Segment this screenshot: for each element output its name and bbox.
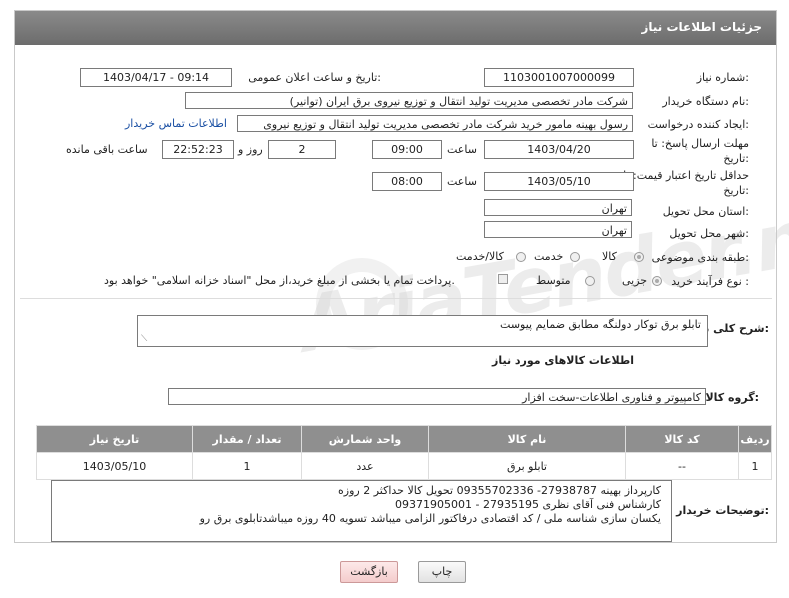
table-header-row: ردیف کد کالا نام کالا واحد شمارش تعداد /… xyxy=(36,425,772,453)
category-service-label: خدمت xyxy=(534,250,564,263)
process-minor-radio[interactable] xyxy=(652,276,662,286)
buyer-notes-box: کارپرداز بهینه 27938787- 09355702336 تحو… xyxy=(51,480,672,542)
goods-section-title: اطلاعات کالاهای مورد نیاز xyxy=(492,354,634,367)
col-date: تاریخ نیاز xyxy=(36,425,193,453)
need-number-label: شماره نیاز: xyxy=(696,71,749,84)
city-field: تهران xyxy=(484,221,632,238)
validity-time-label: ساعت xyxy=(447,175,477,188)
cell-name: تابلو برق xyxy=(428,452,626,480)
category-goods-label: کالا xyxy=(602,250,617,263)
col-unit: واحد شمارش xyxy=(301,425,429,453)
print-button[interactable]: چاپ xyxy=(418,561,466,583)
deadline-label: مهلت ارسال پاسخ: تا تاریخ: xyxy=(651,137,749,165)
treasury-checkbox[interactable] xyxy=(498,274,508,284)
category-both-label: کالا/خدمت xyxy=(456,250,504,263)
resize-grip-icon[interactable]: ⟋ xyxy=(141,334,147,344)
province-field: تهران xyxy=(484,199,632,216)
buyer-notes-line: یکسان سازی شناسه ملی / کد اقتصادی درفاکت… xyxy=(199,512,661,525)
process-medium-label: متوسط xyxy=(536,274,571,287)
deadline-time-label: ساعت xyxy=(447,143,477,156)
validity-label: حداقل تاریخ اعتبار قیمت: تا تاریخ: xyxy=(623,169,749,197)
announce-field: 1403/04/17 - 09:14 xyxy=(80,68,232,87)
back-button[interactable]: بازگشت xyxy=(340,561,398,583)
buyer-label: نام دستگاه خریدار: xyxy=(662,95,749,108)
creator-label: ایجاد کننده درخواست: xyxy=(647,118,749,131)
table-row: 1 -- تابلو برق عدد 1 1403/05/10 xyxy=(36,452,772,480)
deadline-time-field: 09:00 xyxy=(372,140,442,159)
col-code: کد کالا xyxy=(625,425,739,453)
days-label: روز و xyxy=(238,143,263,156)
goods-group-field: کامپیوتر و فناوری اطلاعات-سخت افزار xyxy=(168,388,706,405)
process-medium-radio[interactable] xyxy=(585,276,595,286)
buyer-contact-link[interactable]: اطلاعات تماس خریدار xyxy=(125,117,227,130)
process-minor-label: جزیی xyxy=(622,274,648,287)
category-both-radio[interactable] xyxy=(516,252,526,262)
category-label: طبقه بندی موضوعی: xyxy=(651,251,749,264)
buyer-field: شرکت مادر تخصصی مدیریت تولید انتقال و تو… xyxy=(185,92,633,109)
remaining-label: ساعت باقی مانده xyxy=(66,143,148,156)
panel-title: جزئیات اطلاعات نیاز xyxy=(641,20,762,34)
creator-field: رسول بهینه مامور خرید شرکت مادر تخصصی مد… xyxy=(237,115,633,132)
buyer-notes-line: کارشناس فنی آقای نظری 27935195 - 0937190… xyxy=(395,498,661,511)
validity-time-field: 08:00 xyxy=(372,172,442,191)
cell-qty: 1 xyxy=(192,452,302,480)
category-goods-radio[interactable] xyxy=(634,252,644,262)
cell-code: -- xyxy=(625,452,739,480)
panel-header: جزئیات اطلاعات نیاز xyxy=(15,11,776,45)
province-label: استان محل تحویل: xyxy=(662,205,749,218)
summary-text: تابلو برق توکار دولنگه مطابق ضمایم پیوست xyxy=(500,318,701,331)
goods-group-label: گروه کالا: xyxy=(705,391,759,404)
deadline-date-field: 1403/04/20 xyxy=(484,140,634,159)
announce-label: تاریخ و ساعت اعلان عمومی: xyxy=(248,71,381,84)
divider xyxy=(20,298,772,299)
cell-row: 1 xyxy=(738,452,772,480)
treasury-note: پرداخت تمام یا بخشی از مبلغ خرید،از محل … xyxy=(104,274,455,287)
col-qty: تعداد / مقدار xyxy=(192,425,302,453)
buyer-notes-label: توضیحات خریدار: xyxy=(676,504,769,517)
goods-table: ردیف کد کالا نام کالا واحد شمارش تعداد /… xyxy=(36,425,772,480)
process-label: نوع فرآیند خرید : xyxy=(671,275,749,288)
buyer-notes-line: کارپرداز بهینه 27938787- 09355702336 تحو… xyxy=(338,484,661,497)
cell-date: 1403/05/10 xyxy=(36,452,193,480)
remaining-time-field: 22:52:23 xyxy=(162,140,234,159)
summary-textarea[interactable]: تابلو برق توکار دولنگه مطابق ضمایم پیوست… xyxy=(137,315,708,347)
validity-date-field: 1403/05/10 xyxy=(484,172,634,191)
col-row: ردیف xyxy=(738,425,772,453)
city-label: شهر محل تحویل: xyxy=(669,227,749,240)
cell-unit: عدد xyxy=(301,452,429,480)
category-service-radio[interactable] xyxy=(570,252,580,262)
col-name: نام کالا xyxy=(428,425,626,453)
need-number-field: 1103001007000099 xyxy=(484,68,634,87)
days-field: 2 xyxy=(268,140,336,159)
